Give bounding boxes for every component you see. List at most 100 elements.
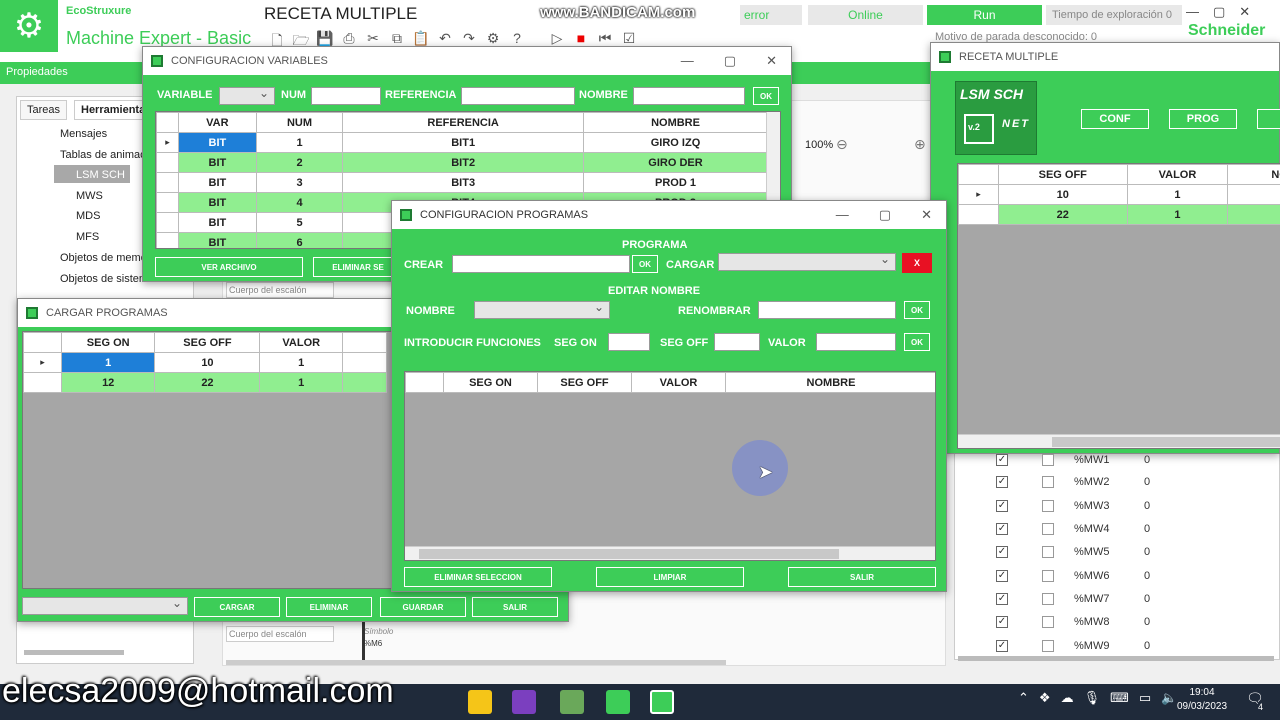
app-icon[interactable] [560,690,584,714]
list-item[interactable]: ✓ %MW1 0 [996,454,1150,466]
funciones-ok-button[interactable]: OK [904,333,930,351]
eliminar-seleccion-button[interactable]: ELIMINAR SELECCION [404,567,552,587]
minimize-icon[interactable]: — [681,53,694,69]
salir-button[interactable]: SALIR [472,597,558,617]
microphone-icon[interactable]: 🎙 [1084,690,1101,706]
checkbox-checked[interactable]: ✓ [996,546,1008,558]
cloud-icon[interactable]: ☁ [1061,690,1074,706]
checkbox[interactable] [1042,546,1054,558]
guardar-button[interactable]: GUARDAR [380,597,466,617]
crear-ok-button[interactable]: OK [632,255,658,273]
tree-item-memoria[interactable]: Objetos de memoria [60,252,146,264]
table-row[interactable]: 12 22 1 [23,372,387,393]
checkbox-checked[interactable]: ✓ [996,570,1008,582]
num-input[interactable] [311,87,381,105]
status-run[interactable]: Run [927,5,1042,25]
seg-on-input[interactable] [608,333,650,351]
keyboard-icon[interactable]: ⌨ [1110,690,1129,706]
maximize-icon[interactable]: ▢ [879,207,891,223]
close-icon[interactable]: ✕ [921,207,932,223]
maximize-icon[interactable]: ▢ [724,53,736,69]
checkbox-checked[interactable]: ✓ [996,476,1008,488]
rung-body-select-1[interactable]: Cuerpo del escalón [226,282,334,298]
tab-tareas[interactable]: Tareas [20,100,68,120]
program-select[interactable] [22,596,188,615]
checkbox[interactable] [1042,476,1054,488]
status-online[interactable]: Online [808,5,923,25]
mw-scrollbar[interactable] [958,656,1274,661]
renombrar-input[interactable] [758,301,896,319]
table-row[interactable]: ▸101PF [958,184,1280,205]
prog-button[interactable]: PROG [1169,109,1237,129]
lsm-sch-taskbar-icon[interactable] [650,690,674,714]
valor-input[interactable] [816,333,896,351]
cargar-select[interactable] [718,252,896,271]
checkbox-checked[interactable]: ✓ [996,454,1008,466]
extra-button[interactable] [1257,109,1280,129]
eliminar-button[interactable]: ELIMINAR [286,597,372,617]
list-item[interactable]: ✓ %MW7 0 [996,593,1150,605]
referencia-input[interactable] [461,87,575,105]
list-item[interactable]: ✓ %MW8 0 [996,616,1150,628]
nombre-input[interactable] [633,87,745,105]
close-icon[interactable]: ✕ [766,53,777,69]
taskbar-clock[interactable]: 19:04 09/03/2023 [1172,686,1232,714]
list-item[interactable]: ✓ %MW3 0 [996,500,1150,512]
table-row[interactable]: 221PF [958,204,1280,225]
ver-archivo-button[interactable]: VER ARCHIVO [155,257,303,277]
receta-hscroll[interactable] [958,434,1280,448]
checkbox[interactable] [1042,523,1054,535]
funciones-hscroll[interactable] [405,546,935,560]
tree-item-lsm-sch[interactable]: LSM SCH [76,169,125,181]
variable-select[interactable] [219,86,275,105]
salir-button[interactable]: SALIR [788,567,936,587]
tree-item-mfs[interactable]: MFS [76,231,99,243]
checkbox[interactable] [1042,593,1054,605]
table-row[interactable]: ▸ 1 10 1 [23,352,387,373]
ok-button[interactable]: OK [753,87,779,105]
close-program-button[interactable]: X [902,253,932,273]
eliminar-seleccion-button[interactable]: ELIMINAR SE [313,257,403,277]
minimize-icon[interactable]: — [1186,4,1199,20]
tree-item-mws[interactable]: MWS [76,190,103,202]
zoom-out-icon[interactable]: ⊖ [836,136,848,153]
maximize-icon[interactable]: ▢ [1213,4,1225,20]
cargar-button[interactable]: CARGAR [194,597,280,617]
limpiar-button[interactable]: LIMPIAR [596,567,744,587]
checkbox[interactable] [1042,640,1054,652]
tree-item-sistema[interactable]: Objetos de sistema [60,273,146,285]
table-row[interactable]: BIT 2 BIT2 GIRO DER [156,152,768,173]
checkbox-checked[interactable]: ✓ [996,616,1008,628]
visual-studio-icon[interactable] [512,690,536,714]
zoom-in-icon[interactable]: ⊕ [914,136,926,153]
list-item[interactable]: ✓ %MW9 0 [996,640,1150,652]
crear-input[interactable] [452,255,630,273]
middle-scrollbar[interactable] [226,660,726,665]
rung-body-select-2[interactable]: Cuerpo del escalón [226,626,334,642]
chevron-up-icon[interactable]: ⌃ [1018,690,1029,706]
tree-item-mensajes[interactable]: Mensajes [60,128,107,140]
checkbox-checked[interactable]: ✓ [996,523,1008,535]
close-icon[interactable]: ✕ [1239,4,1250,20]
table-row[interactable]: ▸ BIT 1 BIT1 GIRO IZQ [156,132,768,153]
dropbox-icon[interactable]: ❖ [1039,690,1051,706]
checkbox[interactable] [1042,570,1054,582]
checkbox-checked[interactable]: ✓ [996,593,1008,605]
file-explorer-icon[interactable] [468,690,492,714]
renombrar-ok-button[interactable]: OK [904,301,930,319]
table-row[interactable]: BIT 3 BIT3 PROD 1 [156,172,768,193]
nombre-select[interactable] [474,300,610,319]
checkbox-checked[interactable]: ✓ [996,640,1008,652]
checkbox[interactable] [1042,500,1054,512]
left-scrollbar[interactable] [24,650,124,655]
network-icon[interactable]: ▭ [1139,690,1151,706]
seg-off-input[interactable] [714,333,760,351]
checkbox-checked[interactable]: ✓ [996,500,1008,512]
properties-label[interactable]: Propiedades [6,66,68,78]
gear-icon[interactable]: ⚙ [0,0,58,52]
machine-expert-taskbar-icon[interactable] [606,690,630,714]
checkbox[interactable] [1042,454,1054,466]
checkbox[interactable] [1042,616,1054,628]
list-item[interactable]: ✓ %MW4 0 [996,523,1150,535]
tree-item-mds[interactable]: MDS [76,210,100,222]
